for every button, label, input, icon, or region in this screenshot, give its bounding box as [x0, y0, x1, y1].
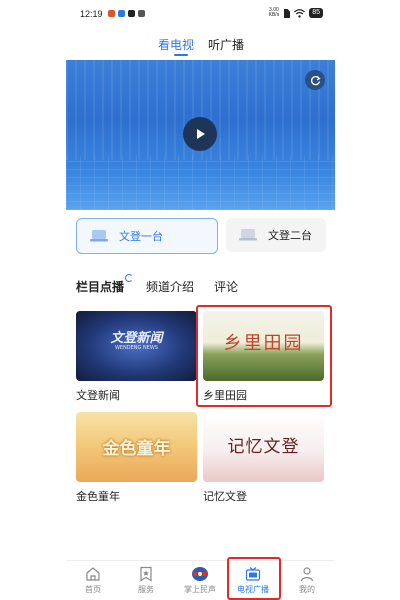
app-notification-icon — [128, 10, 135, 17]
bottom-nav: 首页 服务 掌上民声 电视广播 我的 — [66, 557, 335, 600]
status-bar: 12:19 3.00 KB/s 85 — [66, 0, 335, 28]
channel-button-wendeng-2[interactable]: 文登二台 — [226, 218, 326, 252]
tab-listen-radio[interactable]: 听广播 — [208, 36, 244, 53]
notification-icons — [108, 10, 145, 17]
player-floor-grid — [66, 155, 335, 210]
bookmark-icon — [140, 566, 152, 582]
program-title: 记忆文登 — [203, 490, 247, 503]
program-title: 金色童年 — [76, 490, 120, 503]
tab-channel-intro[interactable]: 频道介绍 — [146, 278, 194, 295]
channel-tv-icon — [239, 229, 257, 241]
active-tab-indicator — [174, 54, 188, 56]
program-card-memory-wendeng[interactable]: 记忆文登 记忆文登 — [203, 412, 324, 504]
highlight-box — [227, 557, 281, 600]
nav-service[interactable]: 服务 — [122, 565, 170, 595]
app-notification-icon — [118, 10, 125, 17]
tab-comments[interactable]: 评论 — [214, 278, 238, 295]
nav-palm-voice[interactable]: 掌上民声 — [176, 565, 224, 595]
channel-label: 文登二台 — [268, 229, 312, 242]
program-thumbnail: 记忆文登 — [203, 412, 324, 482]
person-icon — [300, 566, 314, 581]
sim-icon — [284, 8, 291, 18]
net-speed: 3.00 KB/s — [268, 7, 280, 18]
highlight-box — [196, 305, 332, 407]
voice-logo-icon — [192, 566, 208, 581]
nav-profile[interactable]: 我的 — [283, 565, 331, 595]
play-icon — [197, 129, 205, 139]
channel-tv-icon — [90, 230, 108, 242]
refresh-icon — [310, 75, 321, 85]
section-tabs: 栏目点播 频道介绍 评论 — [66, 272, 335, 302]
tab-program-on-demand[interactable]: 栏目点播 — [76, 278, 124, 295]
program-card-wendeng-news[interactable]: 文登新闻 WENDENG NEWS 文登新闻 — [76, 311, 197, 403]
home-icon — [86, 566, 100, 581]
top-tabs: 看电视 听广播 — [66, 30, 335, 58]
app-notification-icon — [138, 10, 145, 17]
channel-button-wendeng-1[interactable]: 文登一台 — [76, 218, 218, 254]
program-title: 文登新闻 — [76, 389, 120, 402]
app-screen: 12:19 3.00 KB/s 85 看电视 听广播 文登一台 文登二台 栏目点… — [66, 0, 335, 600]
program-thumbnail: 金色童年 — [76, 412, 197, 482]
wifi-icon — [294, 8, 306, 18]
status-time: 12:19 — [80, 9, 103, 19]
status-right: 3.00 KB/s 85 — [269, 8, 323, 18]
battery-icon: 85 — [309, 8, 323, 18]
program-card-golden-childhood[interactable]: 金色童年 金色童年 — [76, 412, 197, 504]
program-thumbnail: 文登新闻 WENDENG NEWS — [76, 311, 197, 381]
active-section-indicator — [125, 274, 133, 282]
tab-watch-tv[interactable]: 看电视 — [158, 36, 194, 53]
play-button[interactable] — [183, 117, 217, 151]
channel-selector: 文登一台 文登二台 — [66, 210, 335, 262]
app-notification-icon — [108, 10, 115, 17]
channel-label: 文登一台 — [119, 230, 163, 243]
refresh-button[interactable] — [305, 70, 325, 90]
video-player[interactable] — [66, 60, 335, 210]
nav-home[interactable]: 首页 — [69, 565, 117, 595]
